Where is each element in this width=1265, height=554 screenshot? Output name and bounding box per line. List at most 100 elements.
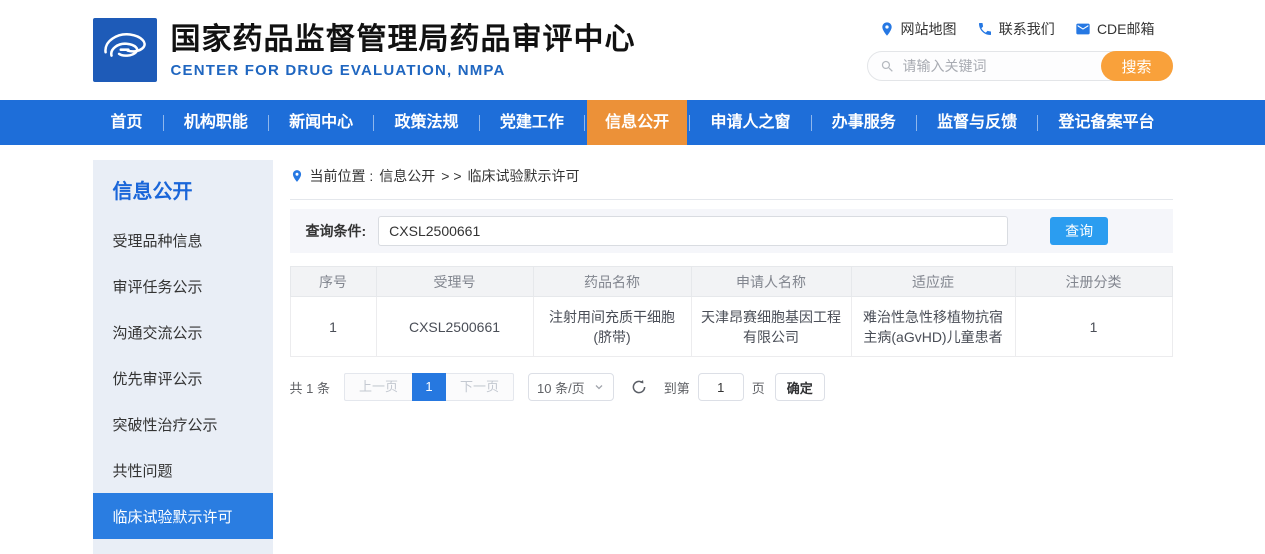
sidebar-item-accepted-varieties[interactable]: 受理品种信息 (93, 217, 273, 263)
header-seq: 序号 (290, 267, 376, 297)
nav-item-policies[interactable]: 政策法规 (376, 100, 476, 145)
breadcrumb-section[interactable]: 信息公开 (379, 166, 435, 186)
nav-divider (479, 115, 480, 131)
query-panel: 查询条件: 查询 (290, 209, 1173, 253)
nav-divider (163, 115, 164, 131)
map-pin-icon (879, 21, 895, 37)
main-navbar: 首页 机构职能 新闻中心 政策法规 党建工作 信息公开 申请人之窗 办事服务 监… (0, 100, 1265, 145)
nav-item-services[interactable]: 办事服务 (814, 100, 914, 145)
confirm-button[interactable]: 确定 (775, 373, 825, 401)
cde-fish-logo-icon (98, 21, 152, 80)
sidebar-title: 信息公开 (93, 160, 273, 217)
sidebar-item-communication[interactable]: 沟通交流公示 (93, 309, 273, 355)
sidebar-item-priority-review[interactable]: 优先审评公示 (93, 355, 273, 401)
nav-item-registration-platform[interactable]: 登记备案平台 (1040, 100, 1172, 145)
page-size-label: 10 条/页 (537, 378, 585, 397)
breadcrumb-current: 临床试验默示许可 (468, 166, 580, 186)
chevron-down-icon (593, 381, 605, 393)
brand-text: 国家药品监督管理局药品审评中心 CENTER FOR DRUG EVALUATI… (171, 22, 636, 79)
nav-item-applicant-window[interactable]: 申请人之窗 (692, 100, 808, 145)
cell-applicant: 天津昂赛细胞基因工程 有限公司 (691, 297, 851, 357)
drug-name-line1: 注射用间充质干细胞 (549, 309, 675, 325)
sidebar-item-breakthrough-therapy[interactable]: 突破性治疗公示 (93, 401, 273, 447)
cell-registration-class: 1 (1015, 297, 1172, 357)
page-size-select[interactable]: 10 条/页 (528, 373, 614, 401)
applicant-line1: 天津昂赛细胞基因工程 (701, 309, 841, 325)
sitemap-link[interactable]: 网站地图 (879, 19, 957, 39)
indication-line1: 难治性急性移植物抗宿 (863, 309, 1003, 325)
site-search-input[interactable] (903, 58, 1096, 74)
query-condition-label: 查询条件: (306, 221, 367, 241)
search-icon (880, 59, 895, 74)
nav-divider (373, 115, 374, 131)
current-page-button[interactable]: 1 (412, 373, 446, 401)
pagination-pager: 上一页 1 下一页 (344, 373, 514, 401)
contact-link[interactable]: 联系我们 (977, 19, 1055, 39)
pagination-total: 共 1 条 (290, 378, 330, 397)
nav-divider (689, 115, 690, 131)
nav-divider (916, 115, 917, 131)
goto-page-input[interactable] (698, 373, 744, 401)
header-drug-name: 药品名称 (533, 267, 691, 297)
page-content: 信息公开 受理品种信息 审评任务公示 沟通交流公示 优先审评公示 突破性治疗公示… (93, 160, 1173, 554)
cell-indication: 难治性急性移植物抗宿 主病(aGvHD)儿童患者 (851, 297, 1015, 357)
goto-page-label: 到第 (664, 378, 690, 397)
nav-item-organization[interactable]: 机构职能 (166, 100, 266, 145)
breadcrumb: 当前位置 : 信息公开 > > 临床试验默示许可 (290, 160, 1173, 200)
nav-item-supervision-feedback[interactable]: 监督与反馈 (919, 100, 1035, 145)
sidebar-item-clinical-trial-implied-license[interactable]: 临床试验默示许可 (93, 493, 273, 539)
nav-divider (811, 115, 812, 131)
refresh-button[interactable] (630, 377, 650, 397)
pagination-bar: 共 1 条 上一页 1 下一页 10 条/页 到第 页 确定 (290, 373, 1173, 401)
sidebar-item-marketed-drugs[interactable]: 上市药品信息 (93, 539, 273, 554)
header-registration-class: 注册分类 (1015, 267, 1172, 297)
page-unit-label: 页 (752, 378, 765, 397)
main-panel: 当前位置 : 信息公开 > > 临床试验默示许可 查询条件: 查询 序号 受理号… (290, 160, 1173, 401)
site-search-button[interactable]: 搜索 (1101, 51, 1173, 81)
sitemap-link-label: 网站地图 (901, 19, 957, 39)
query-condition-input[interactable] (378, 216, 1008, 246)
refresh-icon (630, 378, 648, 396)
cde-logo (93, 18, 157, 82)
mail-icon (1075, 21, 1091, 37)
nav-divider (268, 115, 269, 131)
nav-item-home[interactable]: 首页 (93, 100, 161, 145)
nav-item-news[interactable]: 新闻中心 (271, 100, 371, 145)
table-header-row: 序号 受理号 药品名称 申请人名称 适应症 注册分类 (290, 267, 1172, 297)
breadcrumb-prefix: 当前位置 : (310, 166, 374, 186)
table-row: 1 CXSL2500661 注射用间充质干细胞 (脐带) 天津昂赛细胞基因工程 … (290, 297, 1172, 357)
cde-mail-link-label: CDE邮箱 (1097, 19, 1155, 39)
drug-name-line2: (脐带) (593, 329, 630, 345)
breadcrumb-separator: > > (441, 168, 461, 184)
header-right: 网站地图 联系我们 CDE邮箱 搜索 (867, 19, 1173, 81)
location-pin-icon (290, 168, 304, 184)
indication-line2: 主病(aGvHD)儿童患者 (863, 329, 1002, 345)
site-searchbar: 搜索 (867, 51, 1173, 81)
brand: 国家药品监督管理局药品审评中心 CENTER FOR DRUG EVALUATI… (93, 18, 636, 82)
nav-item-party-building[interactable]: 党建工作 (482, 100, 582, 145)
cell-drug-name: 注射用间充质干细胞 (脐带) (533, 297, 691, 357)
quick-links: 网站地图 联系我们 CDE邮箱 (867, 19, 1173, 39)
results-table: 序号 受理号 药品名称 申请人名称 适应症 注册分类 1 CXSL2500661… (290, 266, 1173, 357)
site-title-en: CENTER FOR DRUG EVALUATION, NMPA (171, 62, 636, 79)
site-header: 国家药品监督管理局药品审评中心 CENTER FOR DRUG EVALUATI… (93, 0, 1173, 100)
sidebar-item-common-issues[interactable]: 共性问题 (93, 447, 273, 493)
applicant-line2: 有限公司 (743, 329, 799, 345)
header-acceptance-no: 受理号 (376, 267, 533, 297)
header-indication: 适应症 (851, 267, 1015, 297)
query-button[interactable]: 查询 (1050, 217, 1108, 245)
prev-page-button[interactable]: 上一页 (344, 373, 412, 401)
nav-divider (584, 115, 585, 131)
contact-link-label: 联系我们 (999, 19, 1055, 39)
sidebar-item-review-tasks[interactable]: 审评任务公示 (93, 263, 273, 309)
site-title-cn: 国家药品监督管理局药品审评中心 (171, 22, 636, 58)
nav-divider (1037, 115, 1038, 131)
header-applicant: 申请人名称 (691, 267, 851, 297)
phone-icon (977, 21, 993, 37)
next-page-button[interactable]: 下一页 (446, 373, 514, 401)
cell-seq: 1 (290, 297, 376, 357)
cell-acceptance-no: CXSL2500661 (376, 297, 533, 357)
cde-mail-link[interactable]: CDE邮箱 (1075, 19, 1155, 39)
nav-item-info-disclosure[interactable]: 信息公开 (587, 100, 687, 145)
sidebar: 信息公开 受理品种信息 审评任务公示 沟通交流公示 优先审评公示 突破性治疗公示… (93, 160, 273, 554)
